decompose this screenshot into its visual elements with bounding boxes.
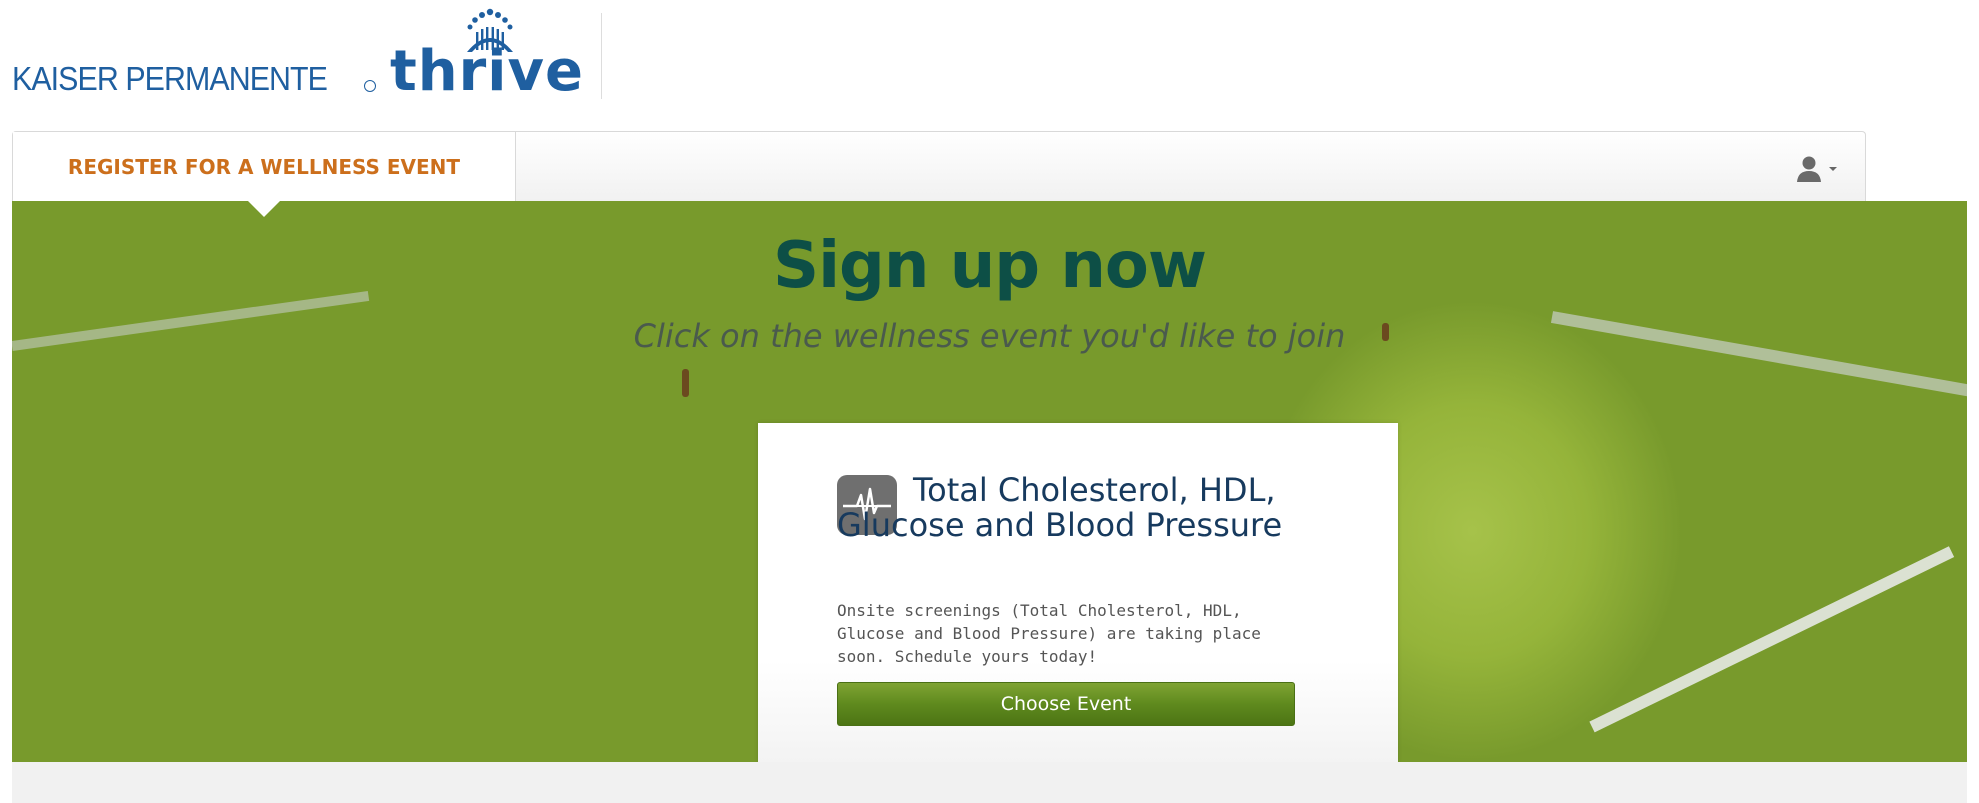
event-card[interactable]: Total Cholesterol, HDL, Glucose and Bloo… bbox=[758, 423, 1398, 762]
registered-mark-icon bbox=[364, 80, 376, 92]
brand-company-name: KAISER PERMANENTE bbox=[12, 60, 328, 97]
page-edge bbox=[1967, 0, 1979, 803]
hero-subtitle: Click on the wellness event you'd like t… bbox=[633, 317, 1346, 355]
user-icon bbox=[1797, 156, 1821, 182]
tray-edge bbox=[1589, 546, 1955, 733]
kaiser-thrive-logo[interactable]: KAISER PERMANENTE thrive bbox=[12, 6, 612, 100]
hero-title: Sign up now bbox=[773, 229, 1207, 303]
active-tab-pointer bbox=[248, 201, 280, 217]
footer-strip bbox=[12, 762, 1967, 803]
event-title[interactable]: Total Cholesterol, HDL, Glucose and Bloo… bbox=[837, 473, 1337, 543]
choose-event-button[interactable]: Choose Event bbox=[837, 682, 1295, 726]
kp-people-mark-icon bbox=[467, 8, 513, 52]
hero-banner: Sign up now Click on the wellness event … bbox=[12, 201, 1967, 762]
chevron-down-icon bbox=[1829, 167, 1837, 171]
user-menu-button[interactable] bbox=[1795, 154, 1837, 182]
apple-stem bbox=[682, 369, 689, 397]
header-divider bbox=[601, 13, 602, 99]
tab-register-wellness-event[interactable]: REGISTER FOR A WELLNESS EVENT bbox=[13, 132, 516, 202]
main-navbar: REGISTER FOR A WELLNESS EVENT bbox=[12, 131, 1866, 202]
event-description: Onsite screenings (Total Cholesterol, HD… bbox=[837, 601, 1261, 666]
tab-label: REGISTER FOR A WELLNESS EVENT bbox=[67, 155, 461, 179]
